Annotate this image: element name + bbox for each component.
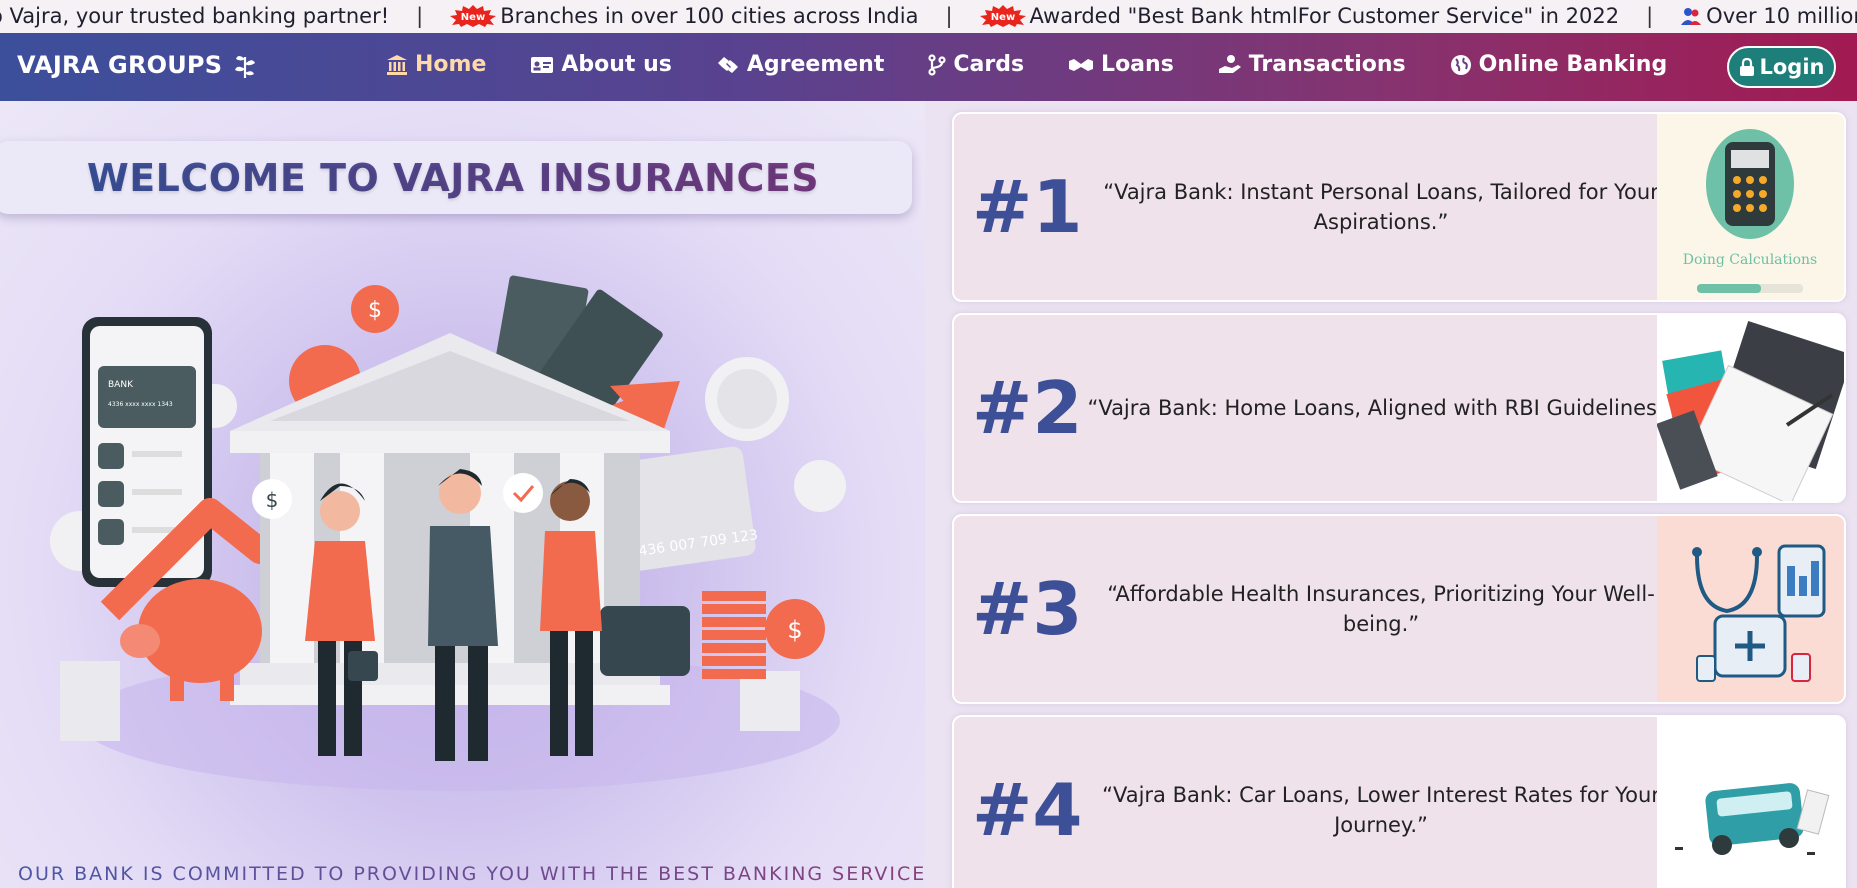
- svg-text:$: $: [368, 298, 382, 323]
- welcome-banner: WELCOME TO VAJRA INSURANCES: [0, 141, 912, 214]
- nav-online-banking[interactable]: Online Banking: [1450, 52, 1668, 77]
- bank-icon: [387, 54, 407, 75]
- nav-agreement-label: Agreement: [746, 52, 885, 77]
- main-nav: Home About us Agreement Cards Loans Tran…: [386, 52, 1711, 77]
- nav-cards[interactable]: Cards: [928, 52, 1024, 77]
- nav-about-label: About us: [561, 52, 672, 77]
- ticker-item: Over 10 million satisfied cus: [1680, 4, 1857, 28]
- nav-cards-label: Cards: [953, 52, 1025, 77]
- brand-logo[interactable]: VAJRA GROUPS: [17, 51, 258, 79]
- nav-home-label: Home: [415, 52, 487, 77]
- id-card-icon: [531, 56, 554, 73]
- card-text: “Vajra Bank: Home Loans, Aligned with RB…: [1087, 396, 1675, 420]
- ticker-text: Awarded "Best Bank htmlFor Customer Serv…: [1029, 4, 1620, 28]
- ticker-separator: |: [416, 4, 424, 28]
- lock-icon: [1739, 57, 1754, 76]
- nav-transactions-label: Transactions: [1248, 52, 1406, 77]
- offer-card-2[interactable]: #2 “Vajra Bank: Home Loans, Aligned with…: [952, 313, 1846, 503]
- svg-text:$: $: [787, 616, 802, 644]
- ticker-item: New Awarded "Best Bank htmlFor Customer …: [979, 4, 1620, 28]
- nav-online-banking-label: Online Banking: [1478, 52, 1668, 77]
- hand-coin-icon: [1218, 54, 1241, 73]
- ticker-track: o Vajra, your trusted banking partner! |…: [0, 4, 1857, 28]
- nav-loans-label: Loans: [1101, 52, 1174, 77]
- top-navbar: VAJRA GROUPS Home About us Agreement Car…: [0, 33, 1857, 101]
- plant-icon: [235, 56, 256, 78]
- calculator-illustration: Doing Calculations: [1657, 114, 1844, 300]
- page-title: WELCOME TO VAJRA INSURANCES: [86, 155, 820, 200]
- ticker-item: New Branches in over 100 cities across I…: [450, 4, 918, 28]
- phone-bank-label: BANK: [108, 380, 134, 390]
- svg-text:New: New: [990, 12, 1014, 23]
- login-button[interactable]: Login: [1727, 46, 1836, 88]
- ticker-separator: |: [945, 4, 953, 28]
- svg-text:New: New: [461, 12, 485, 23]
- ticker-separator: |: [1646, 4, 1654, 28]
- ticker-text: Over 10 million satisfied cus: [1706, 4, 1857, 28]
- new-badge-icon: New: [450, 5, 497, 27]
- handshake-icon: [717, 56, 738, 73]
- news-ticker: o Vajra, your trusted banking partner! |…: [0, 0, 1857, 33]
- offer-card-4[interactable]: #4 “Vajra Bank: Car Loans, Lower Interes…: [952, 715, 1846, 888]
- branch-icon: [928, 53, 946, 76]
- globe-icon: [1450, 54, 1471, 75]
- phone-card-number: 4336 xxxx xxxx 1343: [108, 401, 173, 408]
- nav-loans[interactable]: Loans: [1068, 52, 1174, 77]
- nav-about[interactable]: About us: [530, 52, 672, 77]
- car-illustration: [1657, 717, 1844, 888]
- card-number: #3: [972, 567, 1083, 651]
- svg-text:$: $: [266, 488, 279, 512]
- card-number: #1: [972, 165, 1083, 249]
- hero-tagline: OUR BANK IS COMMITTED TO PROVIDING YOU W…: [18, 863, 949, 885]
- ticker-text: Branches in over 100 cities across India: [500, 4, 919, 28]
- bank-illustration: $ BANK 4336 xxxx xxxx 1343 4 436 007 709…: [50, 275, 846, 791]
- card-number: #2: [972, 366, 1083, 450]
- login-label: Login: [1759, 55, 1825, 79]
- nav-home[interactable]: Home: [386, 52, 486, 77]
- card-text: “Vajra Bank: Instant Personal Loans, Tai…: [1103, 180, 1659, 234]
- card-text: “Vajra Bank: Car Loans, Lower Interest R…: [1102, 783, 1660, 837]
- card-text: “Affordable Health Insurances, Prioritiz…: [1107, 582, 1655, 636]
- hands-icon: [1069, 58, 1094, 71]
- health-illustration: [1657, 516, 1844, 702]
- nav-agreement[interactable]: Agreement: [716, 52, 885, 77]
- hero-section: WELCOME TO VAJRA INSURANCES $ BANK 4336 …: [0, 101, 946, 888]
- documents-illustration: [1657, 315, 1844, 501]
- card-image-caption: Doing Calculations: [1683, 252, 1818, 268]
- offer-card-1[interactable]: #1 “Vajra Bank: Instant Personal Loans, …: [952, 112, 1846, 302]
- offers-section: #1 “Vajra Bank: Instant Personal Loans, …: [925, 101, 1857, 888]
- nav-transactions[interactable]: Transactions: [1218, 52, 1406, 77]
- new-badge-icon: New: [979, 5, 1026, 27]
- card-number: #4: [972, 768, 1083, 852]
- ticker-item: o Vajra, your trusted banking partner!: [0, 4, 390, 28]
- offer-card-3[interactable]: #3 “Affordable Health Insurances, Priori…: [952, 514, 1846, 704]
- people-icon: [1680, 5, 1702, 27]
- brand-name: VAJRA GROUPS: [17, 51, 223, 79]
